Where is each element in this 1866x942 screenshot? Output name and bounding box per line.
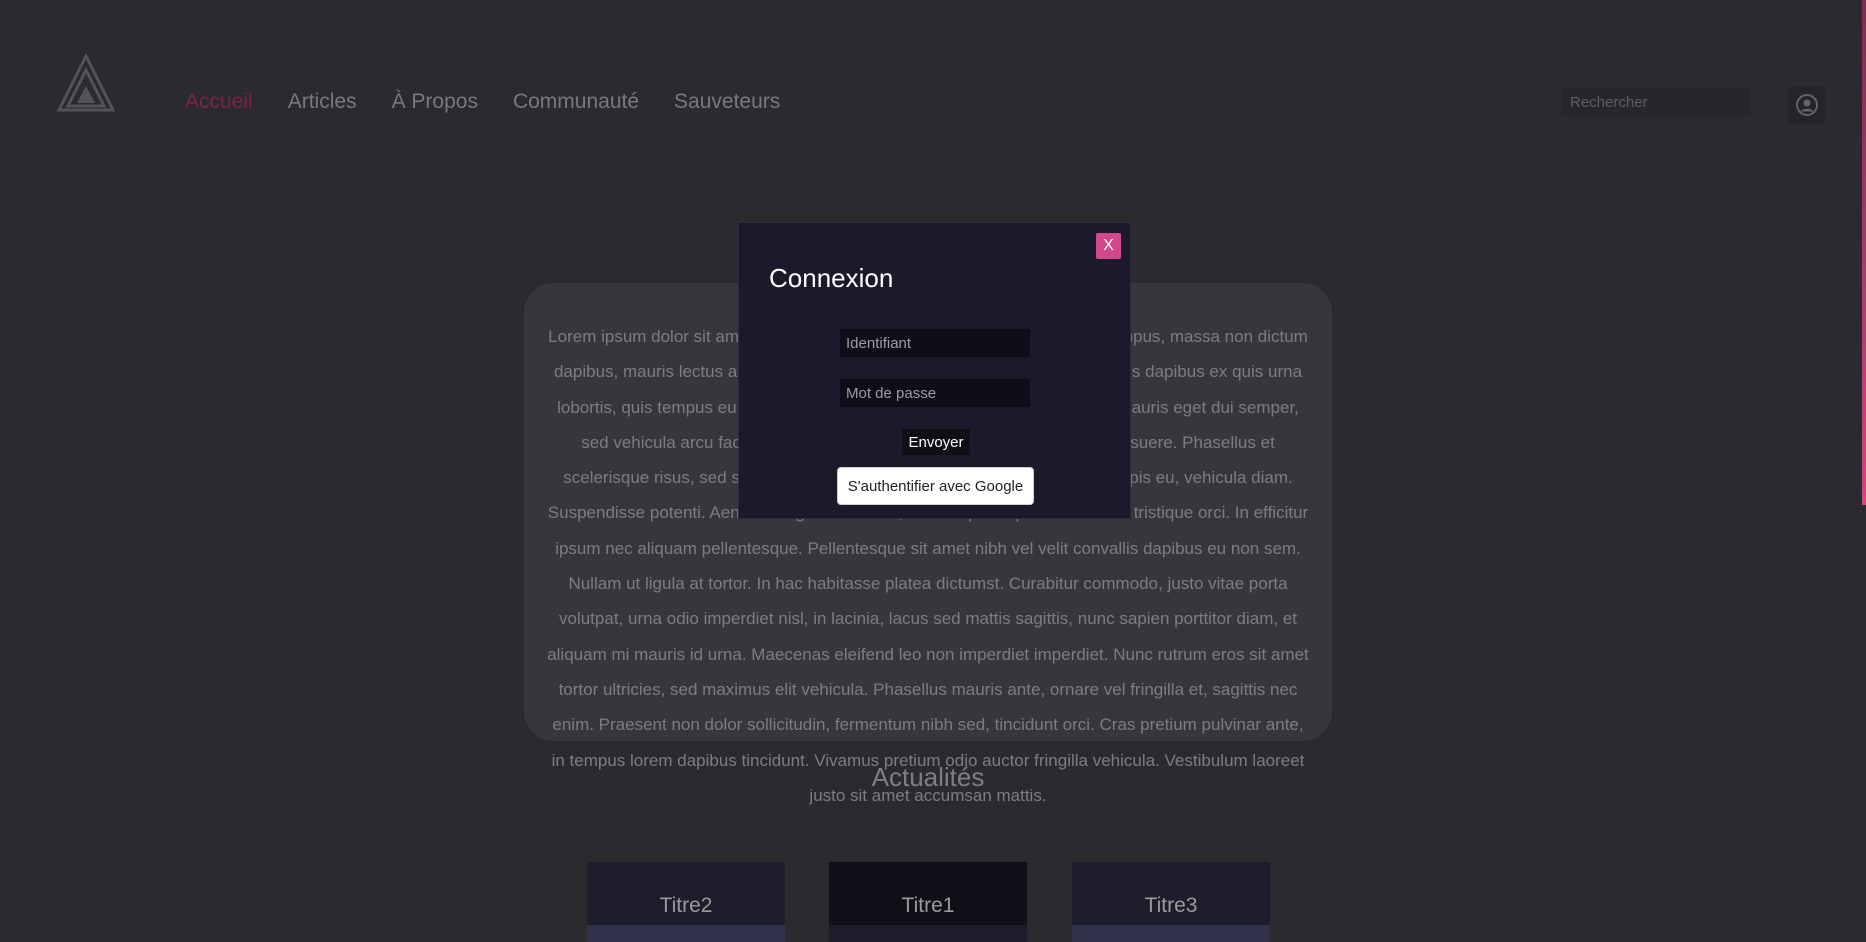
scrollbar-thumb[interactable] bbox=[1862, 0, 1866, 505]
google-auth-button[interactable]: S'authentifier avec Google bbox=[837, 467, 1034, 505]
modal-title: Connexion bbox=[769, 263, 894, 293]
login-modal: X Connexion Envoyer S'authentifier avec … bbox=[738, 222, 1131, 519]
submit-button[interactable]: Envoyer bbox=[902, 429, 970, 455]
username-field[interactable] bbox=[840, 329, 1030, 357]
password-field[interactable] bbox=[840, 379, 1030, 407]
close-button[interactable]: X bbox=[1096, 233, 1121, 259]
